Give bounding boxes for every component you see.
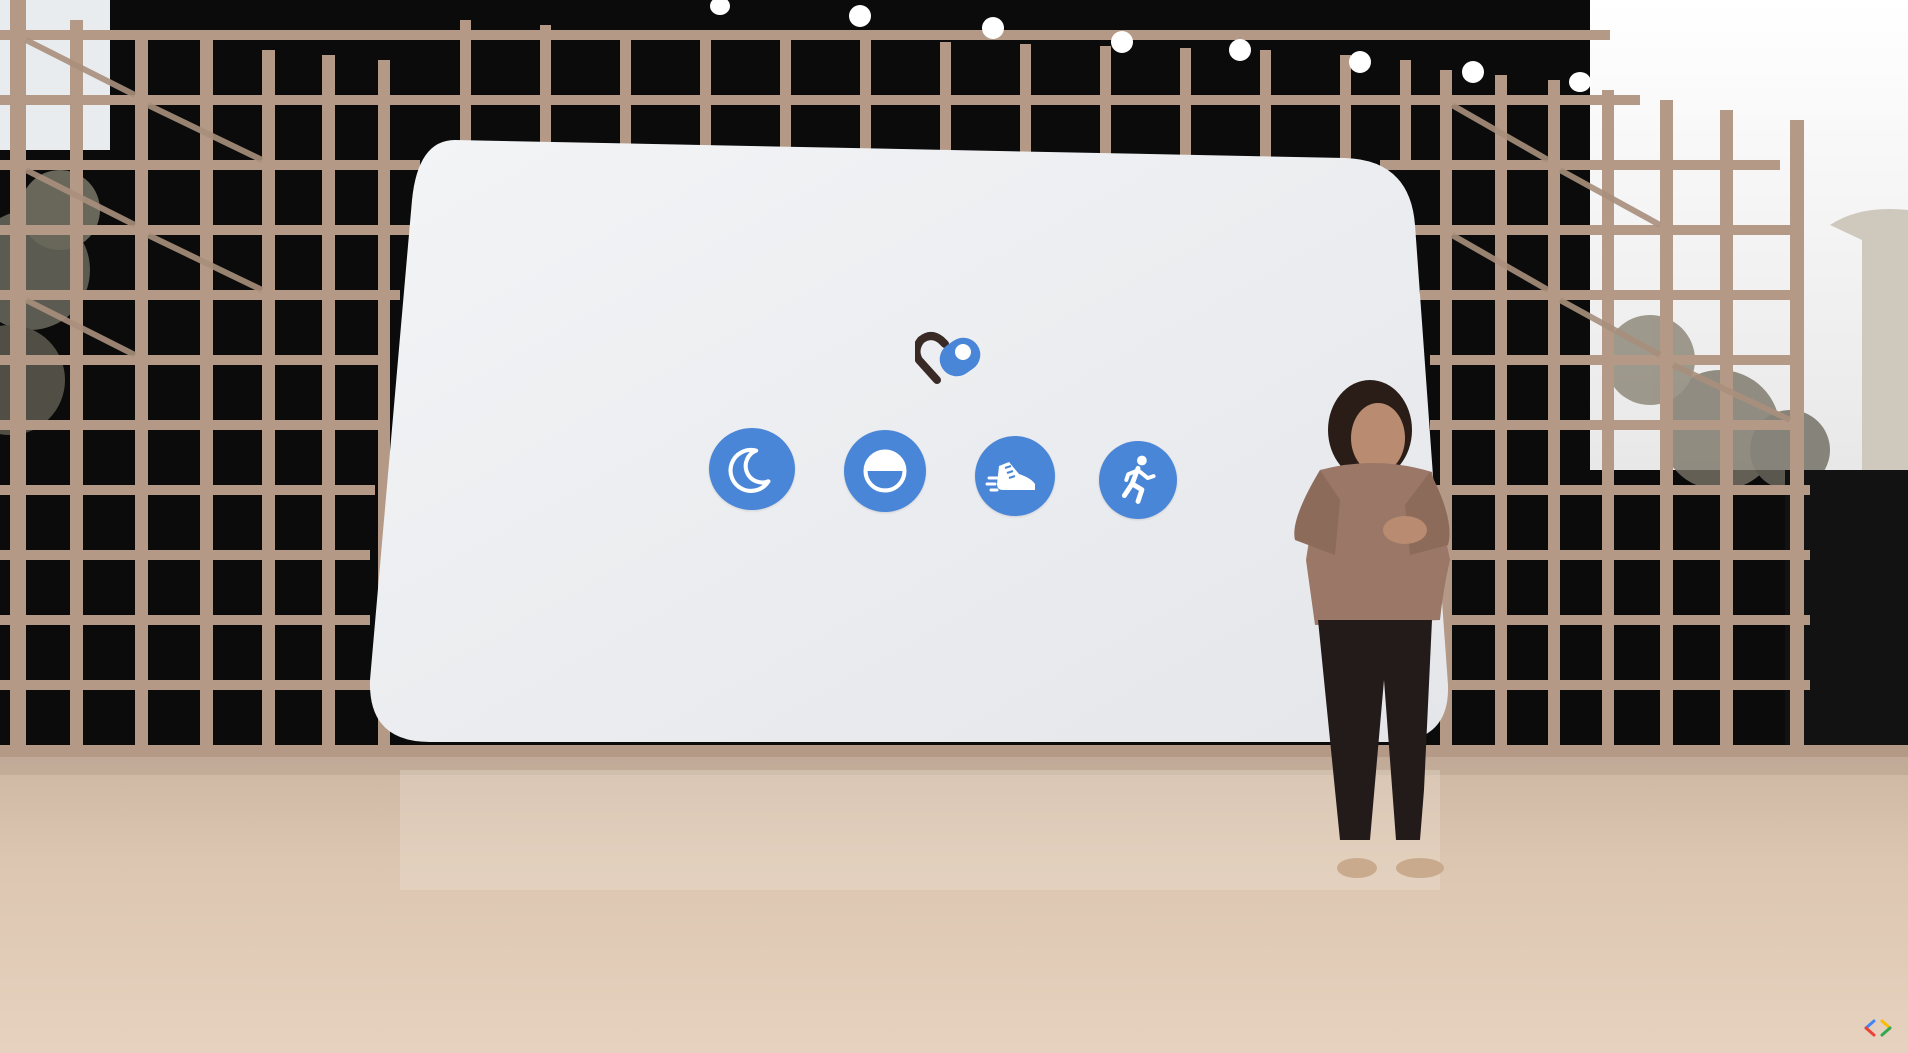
stage-scene xyxy=(0,0,1908,1053)
google-io-logo-icon xyxy=(1862,1017,1894,1039)
stage-backdrop xyxy=(0,0,1908,1053)
presentation-screen xyxy=(369,140,1449,742)
